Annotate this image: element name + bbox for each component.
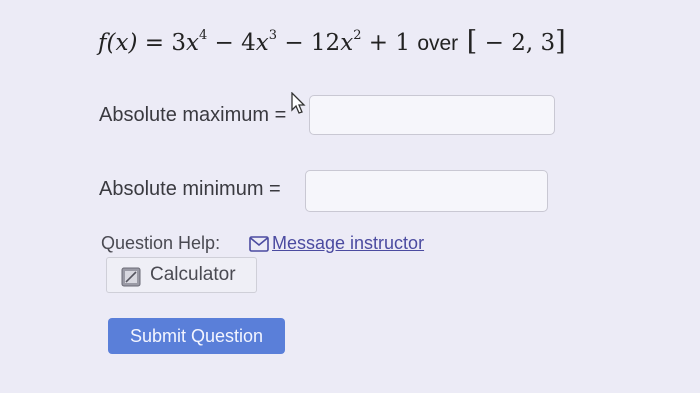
mouse-cursor-icon (291, 92, 306, 114)
envelope-icon[interactable] (249, 236, 269, 252)
var-x: x (340, 30, 354, 56)
question-help-label: Question Help: (101, 233, 221, 253)
power-4: 4 (198, 28, 208, 43)
calculator-label: Calculator (150, 264, 236, 285)
interval-values: − 2, 3 (477, 30, 556, 56)
absolute-maximum-label: Absolute maximum = (99, 104, 287, 126)
absolute-minimum-input[interactable] (305, 170, 548, 212)
term-1: + 1 (361, 30, 418, 56)
function-expression: f(x) = 3x4 − 4x3 − 12x2 + 1 over [ − 2, … (98, 26, 566, 57)
absolute-minimum-label: Absolute minimum = (99, 178, 281, 200)
power-3: 3 (268, 28, 278, 43)
over-word: over (417, 32, 459, 55)
calculator-icon (121, 267, 141, 287)
term-12: − 12 (277, 30, 341, 56)
fx-symbol: f(x) (98, 30, 138, 56)
message-instructor-link[interactable]: Message instructor (272, 233, 424, 254)
left-bracket: [ (458, 26, 478, 57)
var-x: x (185, 30, 199, 56)
var-x: x (255, 30, 269, 56)
term-4: − 4 (207, 30, 256, 56)
submit-question-button[interactable]: Submit Question (108, 318, 285, 354)
absolute-maximum-input[interactable] (309, 95, 555, 135)
right-bracket: ] (555, 26, 566, 57)
eq-term: = 3 (137, 30, 186, 56)
calculator-button[interactable]: Calculator (106, 257, 257, 293)
